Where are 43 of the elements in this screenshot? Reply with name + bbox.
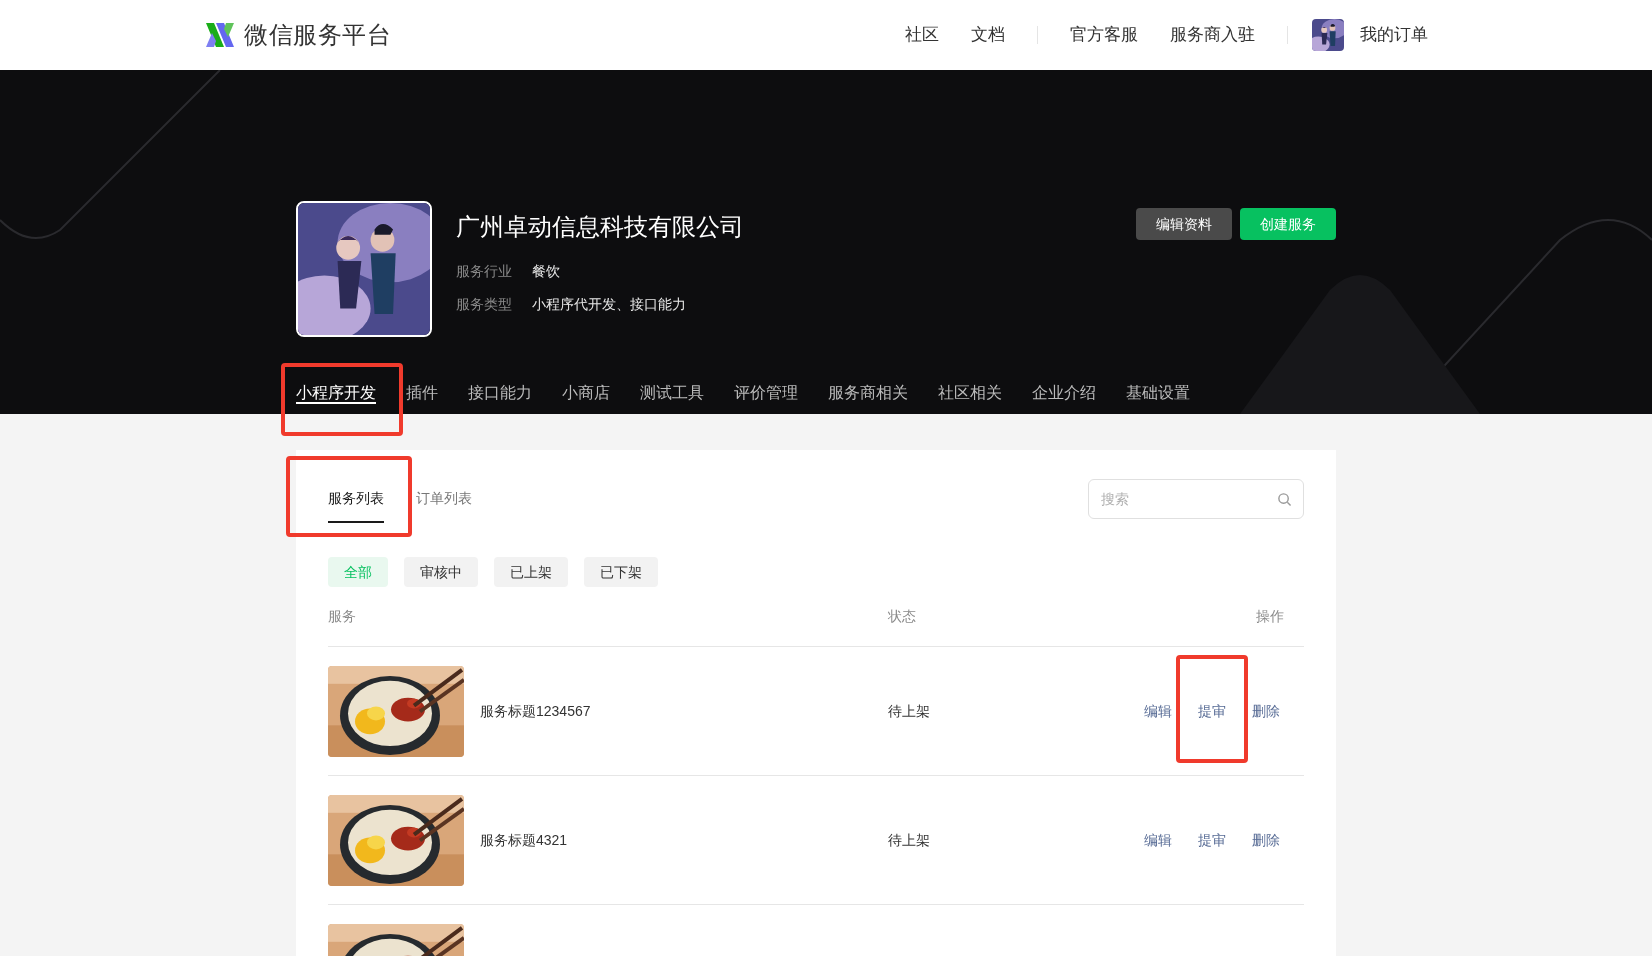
column-header: 状态 (888, 607, 917, 626)
filter-chip[interactable]: 已上架 (494, 557, 568, 587)
tab[interactable]: 社区相关 (923, 371, 1017, 414)
tab[interactable]: 服务商相关 (813, 371, 923, 414)
nav-link[interactable]: 社区 (889, 22, 955, 48)
search-field[interactable]: 搜索 (1088, 478, 1304, 519)
search-icon (1277, 491, 1292, 507)
tab[interactable]: 接口能力 (453, 371, 547, 414)
nav-link[interactable]: 官方客服 (1054, 22, 1154, 48)
tab[interactable]: 小商店 (547, 371, 625, 414)
filter-chip[interactable]: 已下架 (584, 557, 658, 587)
field-label: 服务类型 (456, 295, 513, 314)
tab[interactable]: 插件 (391, 371, 453, 414)
subtab[interactable]: 服务列表 (328, 488, 384, 523)
subtab[interactable]: 订单列表 (416, 488, 472, 523)
action-link[interactable]: 编辑 (1144, 832, 1172, 848)
tab[interactable]: 评价管理 (719, 371, 813, 414)
action-link[interactable]: 删除 (1252, 832, 1280, 848)
logo-icon (204, 21, 236, 49)
tab[interactable]: 测试工具 (625, 371, 719, 414)
edit-button[interactable]: 编辑资料 (1136, 208, 1232, 240)
orders-link[interactable]: 我的订单 (1360, 22, 1428, 48)
logo-text: 微信服务平台 (244, 20, 392, 50)
tab[interactable]: 小程序开发 (281, 371, 391, 414)
service-title: 服务标题4321 (480, 830, 568, 850)
nav-link[interactable]: 服务商入驻 (1154, 22, 1271, 48)
action-link[interactable]: 删除 (1252, 703, 1280, 719)
tab[interactable]: 基础设置 (1111, 371, 1205, 414)
field-label: 服务行业 (456, 262, 513, 281)
status-text: 待上架 (888, 832, 930, 848)
nav-link[interactable]: 文档 (955, 22, 1021, 48)
action-link[interactable]: 提审 (1198, 703, 1226, 719)
company-name: 广州卓动信息科技有限公司 (456, 212, 744, 242)
status-text: 待上架 (888, 703, 930, 719)
column-header: 服务 (328, 607, 357, 626)
service-title: 服务标题1234567 (480, 701, 591, 721)
tab[interactable]: 企业介绍 (1017, 371, 1111, 414)
action-link[interactable]: 提审 (1198, 832, 1226, 848)
field-value: 小程序代开发、接口能力 (532, 295, 686, 314)
filter-chip[interactable]: 审核中 (404, 557, 478, 587)
action-link[interactable]: 编辑 (1144, 703, 1172, 719)
column-header: 操作 (1256, 607, 1285, 626)
field-value: 餐饮 (532, 262, 560, 281)
